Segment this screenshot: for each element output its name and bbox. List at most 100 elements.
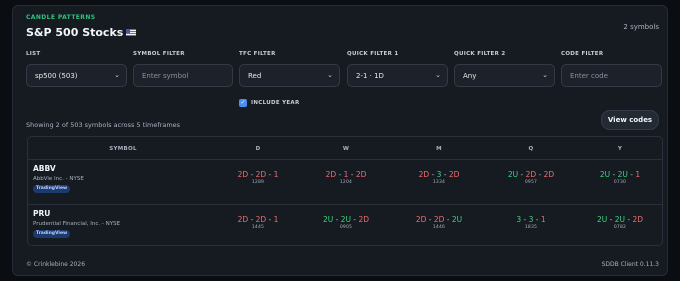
pattern-code: 1446 xyxy=(432,225,446,230)
pattern-part: 2U xyxy=(322,215,334,224)
tfc-filter-select[interactable]: Red ⌄ xyxy=(239,64,340,87)
view-codes-button[interactable]: View codes xyxy=(601,110,659,130)
column-header-w: W xyxy=(342,146,350,152)
symbol-count: 2 symbols xyxy=(623,23,659,31)
pattern-separator: - xyxy=(624,215,633,224)
pattern-part: 2D xyxy=(433,215,445,224)
pattern-sequence: 2D - 1 - 2D xyxy=(326,170,367,179)
pattern-part: 2D xyxy=(237,215,249,224)
quick-filter-2-value: Any xyxy=(463,72,477,80)
column-header-m: M xyxy=(436,146,442,152)
pattern-code: 0730 xyxy=(613,180,627,185)
chevron-down-icon: ⌄ xyxy=(114,71,120,79)
quick-filter-1-value: 2-1 · 1D xyxy=(356,72,384,80)
pattern-separator: - xyxy=(350,215,359,224)
pattern-code: 1204 xyxy=(339,180,353,185)
pattern-part: 2D xyxy=(543,170,555,179)
pattern-cell: 2D - 3 - 2D 1334 xyxy=(419,170,460,185)
pattern-separator: - xyxy=(336,170,344,179)
pattern-separator: - xyxy=(426,215,434,224)
list-select[interactable]: sp500 (503) ⌄ xyxy=(26,64,127,87)
pattern-part: 2D xyxy=(632,215,644,224)
pattern-sequence: 2U - 2U - 2D xyxy=(597,215,643,224)
pattern-sequence: 2U - 2U - 2D xyxy=(323,215,369,224)
pattern-sequence: 2D - 3 - 2D xyxy=(419,170,460,179)
pattern-code: 1289 xyxy=(251,180,265,185)
pattern-cell: 2D - 2D - 1 1445 xyxy=(238,215,279,230)
pattern-sequence: 2U - 2U - 1 xyxy=(600,170,640,179)
pattern-part: 2D xyxy=(255,215,267,224)
tfc-filter-label: TFC FILTER xyxy=(239,51,276,57)
column-header-d: D xyxy=(255,146,261,152)
pattern-separator: - xyxy=(248,215,256,224)
quick-filter-1-select[interactable]: 2-1 · 1D ⌄ xyxy=(347,64,448,87)
chevron-down-icon: ⌄ xyxy=(327,71,333,79)
results-summary: Showing 2 of 503 symbols across 5 timefr… xyxy=(26,121,181,129)
row-company: AbbVie Inc. - NYSE xyxy=(33,176,84,182)
pattern-separator: - xyxy=(536,170,544,179)
code-filter-label: CODE FILTER xyxy=(561,51,604,57)
row-company: Prudential Financial, Inc. - NYSE xyxy=(33,221,121,227)
pattern-separator: - xyxy=(333,215,341,224)
quick-filter-1-label: QUICK FILTER 1 xyxy=(347,51,399,57)
code-filter-input[interactable]: Enter code xyxy=(561,64,662,87)
column-header-symbol: SYMBOL xyxy=(109,146,137,152)
pattern-cell: 2D - 2D - 2U 1446 xyxy=(416,215,462,230)
tfc-filter-value: Red xyxy=(248,72,262,80)
quick-filter-2-label: QUICK FILTER 2 xyxy=(454,51,506,57)
pattern-separator: - xyxy=(627,170,636,179)
pattern-part: 2D xyxy=(525,170,537,179)
pattern-part: 2D xyxy=(325,170,337,179)
chevron-down-icon: ⌄ xyxy=(542,71,548,79)
section-kicker: CANDLE PATTERNS xyxy=(26,14,96,21)
pattern-cell: 2U - 2U - 1 0730 xyxy=(600,170,640,185)
pattern-part: 2D xyxy=(448,170,460,179)
include-year-checkbox[interactable]: ✓ xyxy=(239,99,247,107)
pattern-separator: - xyxy=(607,215,615,224)
pattern-part: 1 xyxy=(540,215,546,224)
pattern-part: 2U xyxy=(614,215,625,224)
pattern-part: 2D xyxy=(237,170,249,179)
pattern-part: 2D xyxy=(355,170,367,179)
pattern-separator: - xyxy=(533,215,541,224)
pattern-part: 2D xyxy=(358,215,370,224)
pattern-part: 2U xyxy=(596,215,608,224)
row-ticker[interactable]: ABBV xyxy=(33,164,56,173)
pattern-part: 1 xyxy=(273,170,279,179)
pattern-cell: 2U - 2U - 2D 0905 xyxy=(323,215,369,230)
pattern-code: 1334 xyxy=(432,180,446,185)
pattern-code: 0957 xyxy=(524,180,538,185)
quick-filter-2-select[interactable]: Any ⌄ xyxy=(454,64,555,87)
pattern-part: 2D xyxy=(255,170,267,179)
symbol-filter-label: SYMBOL FILTER xyxy=(133,51,185,57)
header-divider xyxy=(28,159,662,160)
pattern-sequence: 2D - 2D - 2U xyxy=(416,215,462,224)
pattern-sequence: 2D - 2D - 1 xyxy=(238,215,279,224)
include-year-label: INCLUDE YEAR xyxy=(251,100,300,106)
pattern-part: 2U xyxy=(340,215,351,224)
list-label: LIST xyxy=(26,51,41,57)
tradingview-link[interactable]: TradingView xyxy=(33,230,71,238)
pattern-code: 0782 xyxy=(613,225,627,230)
column-header-q: Q xyxy=(528,146,534,152)
pattern-separator: - xyxy=(248,170,256,179)
row-divider xyxy=(28,204,662,205)
pattern-code: 1835 xyxy=(524,225,538,230)
us-flag-icon xyxy=(126,29,137,36)
client-version: SDDB Client 0.11.3 xyxy=(601,261,659,268)
pattern-code: 1445 xyxy=(251,225,265,230)
pattern-separator: - xyxy=(266,170,274,179)
page-title: S&P 500 Stocks xyxy=(26,26,137,39)
column-header-y: Y xyxy=(617,146,623,152)
pattern-sequence: 2D - 2D - 1 xyxy=(238,170,279,179)
row-ticker[interactable]: PRU xyxy=(33,209,50,218)
pattern-part: 2U xyxy=(617,170,628,179)
pattern-part: 2U xyxy=(451,215,463,224)
symbol-filter-input[interactable]: Enter symbol xyxy=(133,64,233,87)
copyright-text: © Crinklebine 2026 xyxy=(26,261,86,268)
pattern-part: 2U xyxy=(507,170,519,179)
tradingview-link[interactable]: TradingView xyxy=(33,185,71,193)
pattern-code: 0905 xyxy=(339,225,353,230)
pattern-separator: - xyxy=(429,170,437,179)
pattern-sequence: 2U - 2D - 2D xyxy=(508,170,554,179)
